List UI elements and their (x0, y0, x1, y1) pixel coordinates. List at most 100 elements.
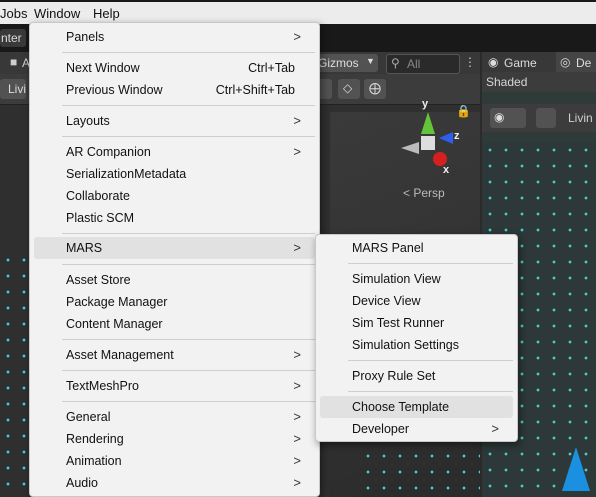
menu-item-shortcut: Ctrl+Shift+Tab (215, 83, 295, 97)
menu-divider (62, 52, 315, 53)
menu-item-label: Collaborate (66, 189, 130, 203)
menu-item-label: Sim Test Runner (352, 316, 445, 330)
person-icon[interactable] (536, 108, 556, 128)
submenu-arrow-icon: > (293, 431, 301, 446)
game-tab-icon: ◉ (488, 55, 499, 69)
persp-label[interactable]: < Persp (403, 186, 445, 200)
menu-item-audio[interactable]: Audio > (34, 472, 315, 494)
game-tab-label[interactable]: Game (504, 56, 537, 70)
menu-item-label: Asset Store (66, 273, 131, 287)
chevron-down-icon: ▼ (366, 56, 375, 66)
submenu-arrow-icon: > (491, 421, 499, 436)
menu-item-shortcut: Ctrl+Tab (248, 61, 295, 75)
device-tab[interactable]: ◎ De (556, 52, 596, 72)
device-tab-label: De (576, 56, 592, 70)
move-tool-icon[interactable]: ⨁ (364, 79, 386, 99)
gizmos-dropdown[interactable]: Gizmos ▼ (314, 54, 378, 72)
submenu-arrow-icon: > (293, 409, 301, 424)
menu-item-rendering[interactable]: Rendering > (34, 428, 315, 450)
menu-item-device-view[interactable]: Device View (320, 290, 513, 312)
menu-item-general[interactable]: General > (34, 406, 315, 428)
menu-item-plastic-scm[interactable]: Plastic SCM (34, 207, 315, 229)
menu-divider (348, 263, 513, 264)
menu-item-layouts[interactable]: Layouts > (34, 110, 315, 132)
menu-item-ar-companion[interactable]: AR Companion > (34, 141, 315, 163)
menu-item-label: Panels (66, 30, 105, 44)
menu-item-label: Proxy Rule Set (352, 369, 436, 383)
menu-divider (62, 105, 315, 106)
menu-item-label: Content Manager (66, 317, 163, 331)
more-options-icon[interactable]: ⋮ (464, 55, 476, 69)
camera-dropdown[interactable]: ◉ (490, 108, 526, 128)
submenu-arrow-icon: > (293, 144, 301, 159)
menu-item-developer[interactable]: Developer > (320, 418, 513, 440)
center-toggle[interactable]: nter (0, 29, 26, 47)
menu-item-mars-panel[interactable]: MARS Panel (320, 237, 513, 259)
menu-item-label: MARS (66, 241, 103, 255)
menu-item-label: MARS Panel (352, 241, 424, 255)
menu-item-proxy-rule-set[interactable]: Proxy Rule Set (320, 365, 513, 387)
axis-x-label: x (443, 164, 450, 176)
menu-item-label: AR Companion (66, 145, 151, 159)
menu-item-textmeshpro[interactable]: TextMeshPro > (34, 375, 315, 397)
menu-item-label: Animation (66, 454, 122, 468)
menu-item-label: Previous Window (66, 83, 163, 97)
menu-divider (62, 136, 315, 137)
menu-item-label: Plastic SCM (66, 211, 135, 225)
menu-item-package-manager[interactable]: Package Manager (34, 291, 315, 313)
fx-toggle-icon[interactable]: ◇ (338, 79, 360, 99)
menu-item-serialization-metadata[interactable]: SerializationMetadata (34, 163, 315, 185)
center-toggle-label: nter (1, 31, 22, 45)
orientation-gizmo[interactable]: y z x < Persp (395, 98, 465, 200)
menu-item-label: Simulation Settings (352, 338, 460, 352)
gizmo-center-cube[interactable] (421, 136, 435, 150)
menu-item-label: Asset Management (66, 348, 174, 362)
submenu-arrow-icon: > (293, 29, 301, 44)
menu-divider (62, 370, 315, 371)
menu-item-collaborate[interactable]: Collaborate (34, 185, 315, 207)
diamond-icon: ◇ (343, 81, 353, 95)
menu-item-mars[interactable]: MARS > (34, 237, 315, 259)
submenu-arrow-icon: > (293, 378, 301, 393)
menubar-help[interactable]: Help (93, 6, 120, 21)
menubar-jobs[interactable]: Jobs (0, 6, 27, 21)
submenu-arrow-icon: > (293, 475, 301, 490)
game-tools-row: ◉ Livin (482, 104, 596, 132)
menu-item-label: Package Manager (66, 295, 168, 309)
menu-item-label: Device View (352, 294, 421, 308)
menu-item-content-manager[interactable]: Content Manager (34, 313, 315, 335)
submenu-arrow-icon: > (293, 347, 301, 362)
padlock-icon[interactable]: 🔒 (456, 104, 471, 118)
menu-item-sim-test-runner[interactable]: Sim Test Runner (320, 312, 513, 334)
menu-item-label: SerializationMetadata (66, 167, 187, 181)
scene-search-input[interactable]: ⚲ All (386, 54, 460, 74)
menu-item-asset-management[interactable]: Asset Management > (34, 344, 315, 366)
menubar-window[interactable]: Window (34, 6, 80, 21)
crosshair-icon: ⨁ (369, 81, 381, 95)
menu-item-asset-store[interactable]: Asset Store (34, 269, 315, 291)
shaded-dropdown[interactable]: Shaded (486, 75, 527, 89)
axis-neg-x-cone (401, 142, 419, 154)
game-crystal (562, 447, 590, 491)
menu-divider (62, 264, 315, 265)
search-placeholder: All (407, 57, 421, 71)
menu-item-simulation-view[interactable]: Simulation View (320, 268, 513, 290)
scene-render-dropdown[interactable]: Livi (0, 79, 26, 99)
menu-item-previous-window[interactable]: Previous Window Ctrl+Shift+Tab (34, 79, 315, 101)
menu-divider (62, 233, 315, 234)
window-menu: Panels > Next Window Ctrl+Tab Previous Win… (29, 22, 320, 497)
dropdown-arrow-icon[interactable] (318, 79, 332, 99)
menu-divider (348, 391, 513, 392)
menu-item-next-window[interactable]: Next Window Ctrl+Tab (34, 57, 315, 79)
axis-y-cone (421, 112, 435, 134)
menu-item-label: Developer (352, 422, 409, 436)
lock-icon[interactable]: ■ (10, 55, 17, 69)
camera-icon: ◉ (494, 110, 505, 124)
game-render-mode[interactable]: Livin (568, 111, 593, 125)
menu-item-choose-template[interactable]: Choose Template (320, 396, 513, 418)
menu-item-label: Simulation View (352, 272, 441, 286)
menu-item-label: Layouts (66, 114, 110, 128)
menu-item-animation[interactable]: Animation > (34, 450, 315, 472)
menu-item-panels[interactable]: Panels > (34, 26, 315, 48)
menu-item-simulation-settings[interactable]: Simulation Settings (320, 334, 513, 356)
